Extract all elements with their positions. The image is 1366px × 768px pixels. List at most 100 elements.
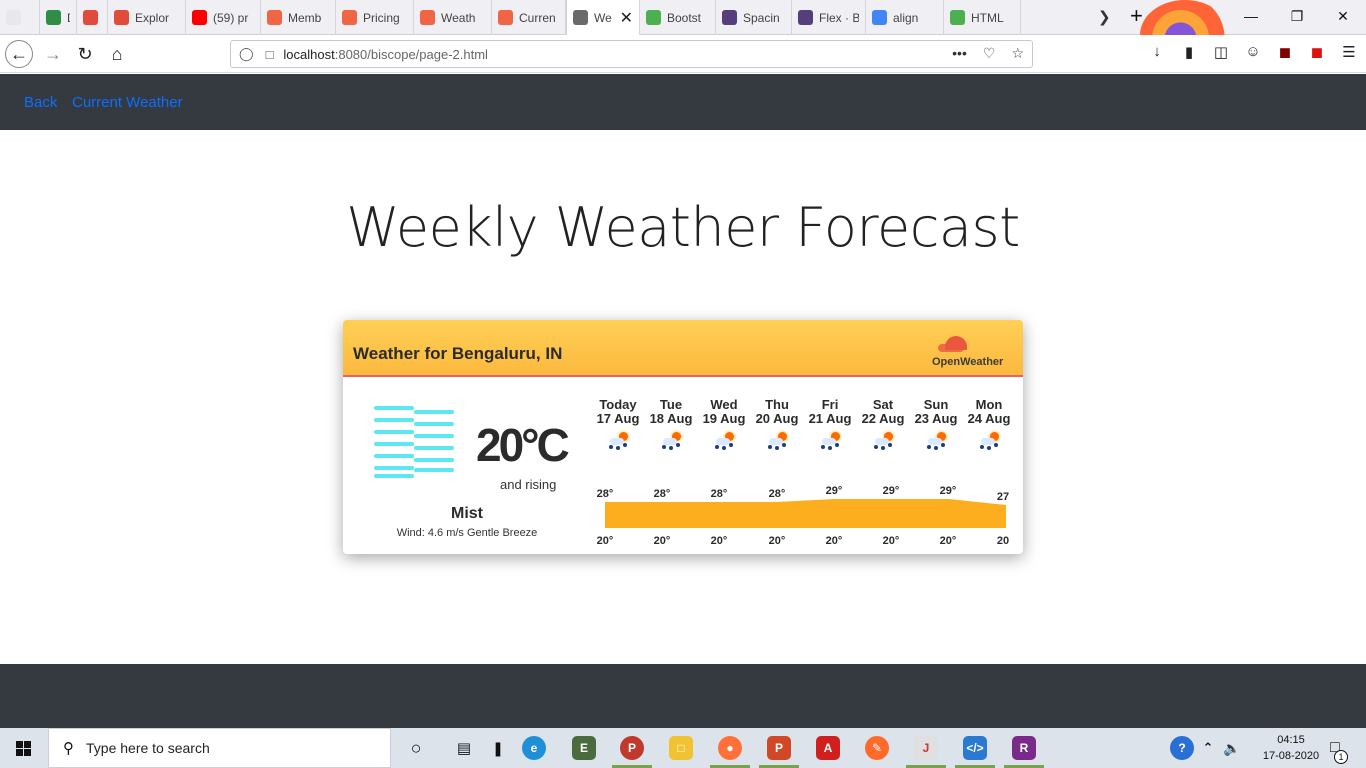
forecast-low: 20° — [653, 535, 671, 547]
app-icon[interactable]: ✎ — [865, 736, 889, 760]
widget-header: Weather for Bengaluru, IN OpenWeather — [343, 320, 1023, 377]
volume-icon[interactable]: 🔈 — [1220, 736, 1244, 760]
page-title: Weekly Weather Forecast — [346, 196, 1020, 259]
java-icon[interactable]: J — [914, 736, 938, 760]
page-info-icon[interactable]: □ — [266, 47, 274, 62]
forecast-day-name: Tue — [659, 397, 683, 412]
close-window-icon[interactable]: ✕ — [1320, 0, 1366, 32]
browser-tab[interactable]: Curren — [492, 0, 566, 35]
widget-title: Weather for Bengaluru, IN — [353, 344, 563, 363]
new-tab-icon[interactable]: + — [1130, 3, 1143, 29]
download-icon[interactable]: ↓ — [1148, 43, 1166, 61]
windows-start-icon[interactable] — [8, 738, 42, 758]
home-icon: ⌂ — [111, 43, 123, 64]
menu-icon[interactable]: ☰ — [1340, 43, 1358, 61]
forecast-day-name: Today — [599, 397, 637, 412]
tab-favicon-icon — [267, 10, 282, 25]
browser-tab[interactable]: Bootst — [640, 0, 716, 35]
temperature-trend: and rising — [500, 477, 557, 492]
bookmark-star-icon[interactable]: ☆ — [1011, 45, 1024, 62]
powerpoint-icon[interactable]: P — [767, 736, 791, 760]
task-view-icon[interactable]: ▤ — [452, 736, 476, 760]
back-link[interactable]: Back — [24, 94, 57, 111]
evernote-icon[interactable]: E — [572, 736, 596, 760]
more-actions-icon[interactable]: ••• — [952, 45, 967, 62]
browser-tab[interactable]: Flex · B — [792, 0, 866, 35]
openweather-brand: OpenWeather — [932, 356, 1004, 368]
firefox-taskbar-icon[interactable]: ● — [718, 736, 742, 760]
address-bar[interactable]: ◯ □ localhost:8080/biscope/page-2.html •… — [230, 40, 1033, 68]
forecast-date: 20 Aug — [755, 411, 799, 426]
pocket-icon[interactable]: ♡ — [983, 45, 996, 62]
browser-tab[interactable]: We ✕ — [566, 0, 640, 35]
forecast-high: 28° — [768, 488, 786, 500]
url-actions: ••• ♡ ☆ — [952, 45, 1024, 62]
arrow-right-icon: → — [44, 43, 62, 64]
reload-button[interactable]: ↻ — [71, 40, 99, 68]
light-rain-icon — [765, 432, 789, 452]
cortana-icon[interactable]: ○ — [404, 736, 428, 760]
taskbar-search[interactable]: ⚲ Type here to search — [48, 728, 391, 768]
restore-icon[interactable]: ❐ — [1274, 0, 1320, 32]
light-rain-icon — [977, 432, 1001, 452]
tab-label: We — [594, 10, 612, 25]
tab-favicon-icon — [573, 10, 588, 25]
system-clock[interactable]: 04:15 17-08-2020 — [1260, 732, 1322, 764]
library-icon[interactable]: ▮ — [1180, 43, 1198, 61]
forecast-date: 17 Aug — [596, 411, 640, 426]
forecast-low: 20° — [596, 535, 614, 547]
edge-icon[interactable]: e — [522, 736, 546, 760]
forecast-date: 22 Aug — [861, 411, 905, 426]
forecast-day-name: Sun — [923, 397, 949, 412]
url-host: localhost — [283, 46, 335, 62]
vscode-icon[interactable]: </> — [963, 736, 987, 760]
browser-tab[interactable]: Weath — [414, 0, 492, 35]
account-icon[interactable]: ☺ — [1244, 43, 1262, 61]
home-button[interactable]: ⌂ — [103, 40, 131, 68]
acrobat-icon[interactable]: A — [816, 736, 840, 760]
ublock-icon[interactable]: ◼ — [1276, 43, 1294, 61]
forecast-date: 18 Aug — [649, 411, 693, 426]
forecast-high: 29° — [825, 485, 843, 497]
current-temperature: 20°C — [476, 419, 570, 471]
browser-tab[interactable]: DG — [40, 0, 77, 35]
browser-tab[interactable]: align — [866, 0, 944, 35]
tab-label: Spacin — [743, 10, 780, 25]
forward-button[interactable]: → — [39, 40, 67, 68]
forecast-low: 20° — [768, 535, 786, 547]
browser-tab[interactable]: Explor — [108, 0, 186, 35]
browser-tab[interactable]: (59) pr — [186, 0, 261, 35]
postman-icon[interactable]: P — [620, 736, 644, 760]
forecast-date: 23 Aug — [914, 411, 958, 426]
forecast-day: Fri 21 Aug — [802, 398, 858, 426]
tab-strip: DG Explor Explor (59) pr Memb Pricing Weath Cur… — [0, 0, 1366, 70]
tab-label: HTML — [971, 10, 1004, 25]
forecast-day-name: Fri — [821, 397, 839, 412]
browser-tab[interactable]: Spacin — [716, 0, 792, 35]
toolbar-icons: ↓ ▮ ◫ ☺ ◼ ◼ ☰ — [1148, 43, 1358, 61]
current-weather-link[interactable]: Current Weather — [72, 94, 183, 111]
browser-tab[interactable]: HTML — [944, 0, 1021, 35]
back-button[interactable]: ← — [5, 40, 33, 68]
extension-icon[interactable]: ◼ — [1308, 43, 1326, 61]
browser-tab[interactable]: Pricing — [336, 0, 414, 35]
site-footer — [0, 664, 1366, 728]
sidebar-icon[interactable]: ◫ — [1212, 43, 1230, 61]
minimize-icon[interactable]: — — [1228, 0, 1274, 32]
url-path: :8080/biscope/page-2.html — [334, 46, 488, 62]
show-hidden-icons-icon[interactable]: ⌃ — [1196, 736, 1220, 760]
shield-icon[interactable]: ◯ — [239, 46, 254, 62]
forecast-high: 29° — [882, 485, 900, 497]
scroll-tabs-right-icon[interactable]: ❯ — [1098, 8, 1111, 26]
browser-tab[interactable]: Explor — [77, 0, 108, 35]
taskbar: ⚲ Type here to search ○ ▤ ❚ e E P □ ● P … — [0, 728, 1366, 768]
close-tab-icon[interactable]: ✕ — [620, 8, 633, 28]
file-explorer-icon[interactable]: □ — [669, 736, 693, 760]
browser-tab[interactable]: Memb — [261, 0, 336, 35]
light-rain-icon — [818, 432, 842, 452]
browser-tab[interactable] — [0, 0, 40, 35]
winrar-icon[interactable]: R — [1012, 736, 1036, 760]
light-rain-icon — [712, 432, 736, 452]
help-icon[interactable]: ? — [1170, 736, 1194, 760]
url-text[interactable]: localhost:8080/biscope/page-2.html — [283, 47, 488, 62]
